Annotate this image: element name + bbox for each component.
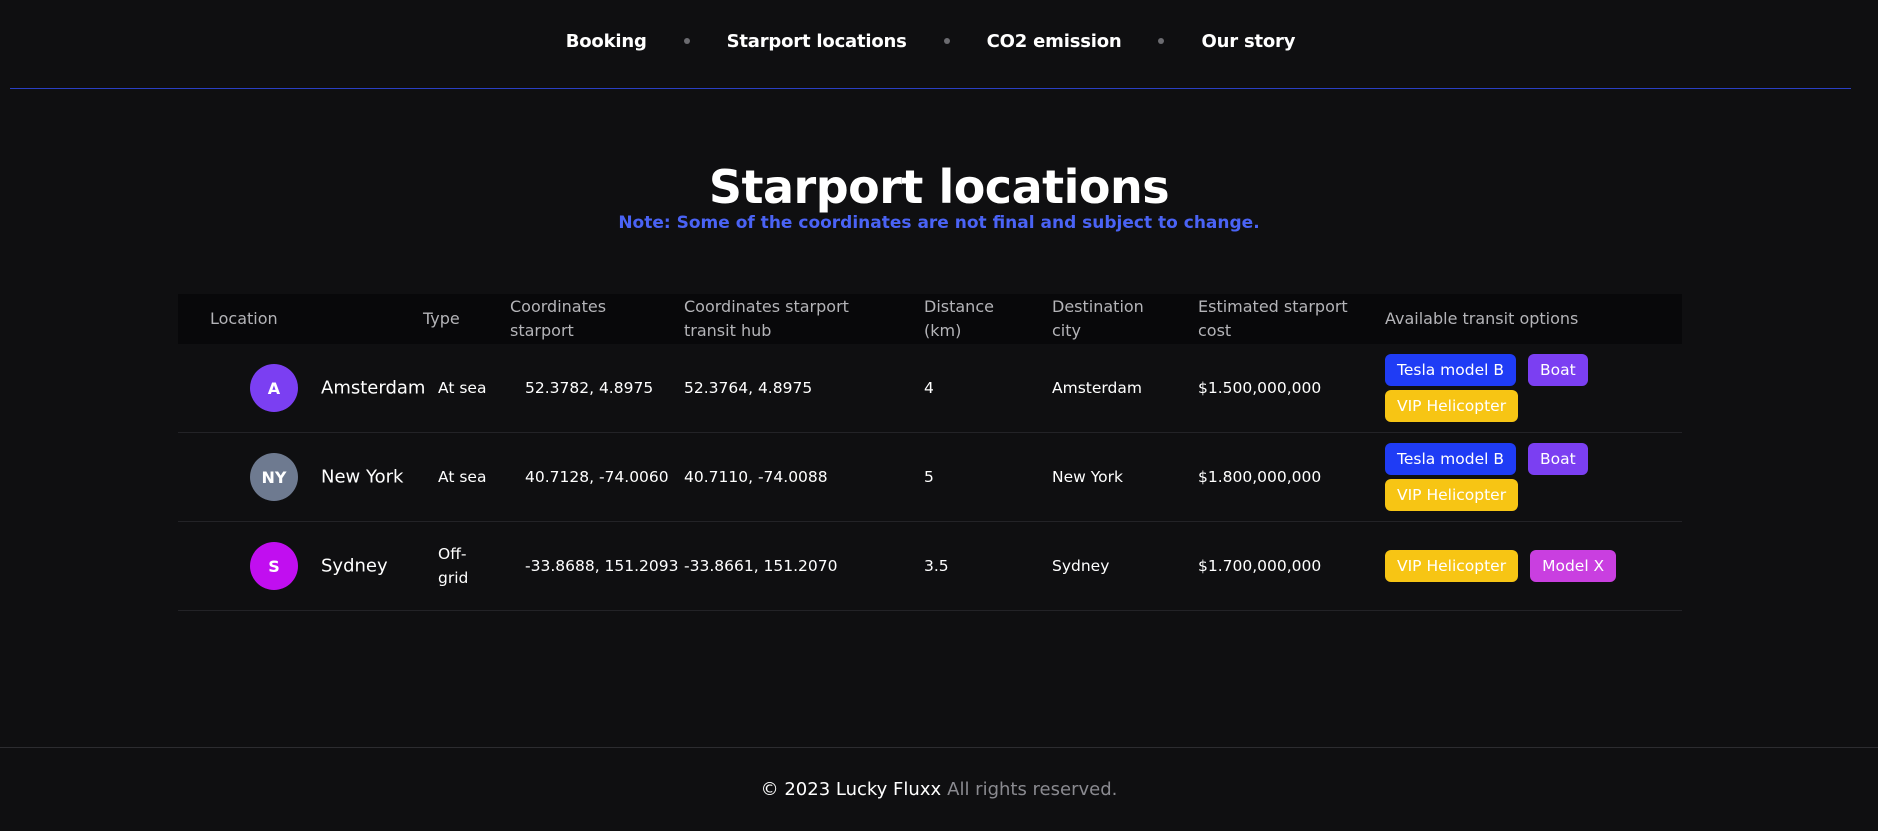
table-row: S Sydney Off-grid -33.8688, 151.2093 -33… [178,522,1682,611]
nav-separator [683,38,690,44]
coords-hub: -33.8661, 151.2070 [684,557,838,575]
column-header-location: Location [210,309,278,328]
top-nav: Booking Starport locations CO2 emission … [10,0,1851,89]
footer-copyright: © 2023 Lucky Fluxx [760,779,942,800]
coords-hub: 52.3764, 4.8975 [684,379,813,397]
transit-tag[interactable]: VIP Helicopter [1385,550,1519,582]
coords-starport: 40.7128, -74.0060 [525,468,669,486]
column-header-distance: Distance (km) [924,297,994,340]
nav-links: Booking Starport locations CO2 emission … [566,31,1296,52]
footer-rights: All rights reserved. [947,779,1118,800]
destination-city: Amsterdam [1052,379,1142,397]
distance: 4 [924,379,934,397]
coords-starport: -33.8688, 151.2093 [525,557,679,575]
location-name: Sydney [321,555,388,577]
starport-cost: $1.500,000,000 [1198,379,1322,397]
column-header-destination-city: Destination city [1052,297,1144,340]
page-title: Starport locations [708,160,1170,214]
transit-options: Tesla model B Boat VIP Helicopter [1385,443,1615,511]
transit-tag[interactable]: Boat [1528,354,1588,386]
location-type: Off-grid [438,545,469,587]
location-type: At sea [438,468,487,486]
avatar: A [250,364,298,412]
destination-city: Sydney [1052,557,1110,575]
transit-tag[interactable]: VIP Helicopter [1385,479,1519,511]
location-type: At sea [438,379,487,397]
table-row: NY New York At sea 40.7128, -74.0060 40.… [178,433,1682,522]
coords-hub: 40.7110, -74.0088 [684,468,828,486]
table-row: A Amsterdam At sea 52.3782, 4.8975 52.37… [178,344,1682,433]
starport-cost: $1.700,000,000 [1198,557,1322,575]
transit-tag[interactable]: Boat [1528,443,1588,475]
column-header-cost: Estimated starport cost [1198,297,1348,340]
column-header-coords-hub: Coordinates starport transit hub [684,297,849,340]
destination-city: New York [1052,468,1123,486]
avatar: NY [250,453,298,501]
nav-link-our-story[interactable]: Our story [1201,31,1295,52]
column-header-coords-starport: Coordinates starport [510,297,607,340]
location-name: Amsterdam [321,377,426,399]
transit-tag[interactable]: Tesla model B [1385,354,1517,386]
avatar: S [250,542,298,590]
column-header-transit: Available transit options [1385,309,1579,328]
transit-tag[interactable]: Tesla model B [1385,443,1517,475]
location-name: New York [321,466,404,488]
nav-link-starport-locations[interactable]: Starport locations [727,31,907,52]
transit-tag[interactable]: VIP Helicopter [1385,390,1519,422]
distance: 3.5 [924,557,949,575]
nav-link-co2-emission[interactable]: CO2 emission [987,31,1122,52]
page-note: Note: Some of the coordinates are not fi… [618,213,1260,233]
transit-options: VIP Helicopter Model X [1385,550,1645,582]
coords-starport: 52.3782, 4.8975 [525,379,654,397]
table-header: Location Type Coordinates starport Coord… [178,294,1682,344]
starport-table: Location Type Coordinates starport Coord… [178,294,1682,611]
nav-link-booking[interactable]: Booking [566,31,647,52]
nav-separator [1158,38,1165,44]
transit-options: Tesla model B Boat VIP Helicopter [1385,354,1615,422]
distance: 5 [924,468,934,486]
footer: © 2023 Lucky Fluxx All rights reserved. [0,747,1878,831]
starport-cost: $1.800,000,000 [1198,468,1322,486]
nav-separator [943,38,950,44]
column-header-type: Type [423,309,460,328]
transit-tag[interactable]: Model X [1530,550,1617,582]
